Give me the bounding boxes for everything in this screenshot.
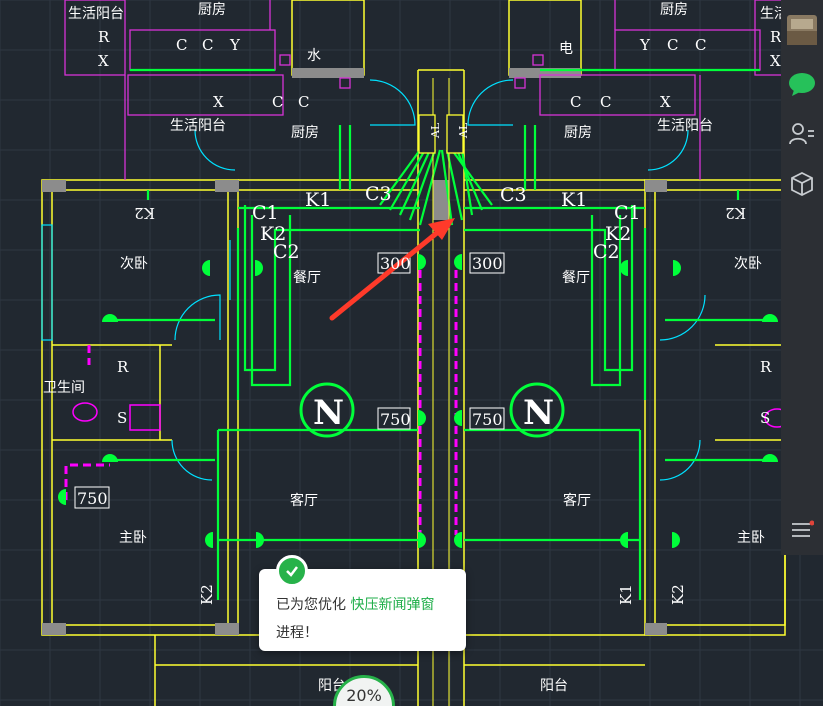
- socket-symbol: [102, 454, 118, 462]
- room-label-master-bedroom-left: 主卧: [119, 530, 147, 546]
- room-label-dining-left: 餐厅: [293, 270, 321, 286]
- circuit-label-c3-right: C3: [500, 184, 527, 206]
- toast-message-line2: 进程！: [276, 625, 318, 641]
- room-label-kitchen-mid-left: 厨房: [291, 125, 319, 141]
- circuit-label-c2-left: C2: [273, 241, 300, 263]
- room-label-master-bedroom-right: 主卧: [737, 530, 765, 546]
- room-label-balcony-right: 阳台: [540, 678, 568, 694]
- rotated-labels: K2 K2 K2 K2 K1: [134, 204, 746, 605]
- circuit-label-c1-left: C1: [252, 202, 279, 224]
- appliance-letter-r-1: R: [98, 28, 110, 46]
- socket-symbol: [418, 254, 426, 270]
- north-label-left: N: [313, 393, 344, 433]
- appliance-letter-x-2: X: [660, 93, 671, 111]
- progress-label: 20%: [346, 686, 382, 705]
- socket-symbol: [672, 532, 680, 548]
- circuit-label-k2-master-right: K2: [669, 584, 687, 605]
- socket-symbol: [620, 532, 628, 548]
- socket-symbol: [762, 314, 778, 322]
- socket-symbol: [256, 532, 264, 548]
- height-label-750-bedroom: 750: [77, 489, 108, 508]
- contacts-icon[interactable]: [781, 116, 823, 152]
- socket-symbol: [205, 532, 213, 548]
- appliance-letter-c-2: C: [202, 36, 213, 54]
- thumbnail-icon[interactable]: [781, 12, 823, 48]
- room-label-living-balcony-mid-right: 生活阳台: [657, 118, 713, 134]
- appliance-letter-x-3: X: [98, 52, 109, 70]
- circuit-label-c1-right: C1: [614, 202, 641, 224]
- socket-symbol: [255, 260, 263, 276]
- side-toolbar: [781, 0, 823, 555]
- dashed-circuits: [64, 270, 458, 535]
- socket-symbol: [454, 410, 462, 426]
- appliance-letter-y-1: Y: [229, 36, 241, 54]
- appliance-letter-c-3: C: [667, 36, 678, 54]
- circuit-label-k1-master-right: K1: [617, 584, 635, 605]
- circuit-label-c2-right: C2: [593, 241, 620, 263]
- appliance-letter-c-7: C: [570, 93, 581, 111]
- room-label-water: 水: [307, 48, 321, 64]
- socket-symbol: [673, 260, 681, 276]
- circuit-label-k1-right: K1: [561, 189, 587, 211]
- toast-prefix: 已为您优化: [276, 597, 346, 613]
- menu-icon[interactable]: [781, 512, 823, 548]
- socket-symbol: [762, 454, 778, 462]
- circuit-label-k2-second-bedroom-left: K2: [134, 204, 155, 222]
- appliance-letter-r-3: R: [117, 358, 129, 376]
- room-label-kitchen-top-left: 厨房: [198, 2, 226, 18]
- appliance-letter-r-4: R: [760, 358, 772, 376]
- appliance-letter-x-4: X: [770, 52, 781, 70]
- height-label-750-right: 750: [472, 410, 503, 429]
- circuit-label-k2-master-left: K2: [198, 584, 216, 605]
- circuit-label-k1-left: K1: [305, 189, 331, 211]
- appliance-letter-s-1: S: [117, 409, 127, 427]
- screen: 生活阳台 厨房 水 电 厨房 生活阳台 生活阳台 厨房 厨房 生活阳台 次卧 次…: [0, 0, 823, 706]
- appliance-letter-c-4: C: [695, 36, 706, 54]
- appliance-letter-s-2: S: [760, 409, 770, 427]
- socket-symbol: [418, 532, 426, 548]
- circuit-label-c3-left: C3: [365, 183, 392, 205]
- appliance-letter-y-2: Y: [639, 36, 651, 54]
- room-label-kitchen-mid-right: 厨房: [564, 125, 592, 141]
- toast-link[interactable]: 快压新闻弹窗: [350, 597, 434, 613]
- al-label-left: AL: [429, 122, 442, 139]
- appliance-letter-c-1: C: [176, 36, 187, 54]
- socket-symbol: [620, 260, 628, 276]
- height-label-300-left: 300: [380, 254, 411, 273]
- room-label-living-room-left: 客厅: [290, 492, 318, 509]
- socket-symbol: [454, 254, 462, 270]
- appliance-letter-c-5: C: [272, 93, 283, 111]
- toast-message-line1: 已为您优化 快压新闻弹窗: [276, 594, 434, 614]
- room-label-living-room-right: 客厅: [563, 492, 591, 509]
- socket-symbol: [58, 489, 66, 505]
- room-label-second-bedroom-left: 次卧: [120, 256, 148, 272]
- al-label-right: AL: [457, 122, 470, 139]
- height-label-300-right: 300: [472, 254, 503, 273]
- room-label-second-bedroom-right: 次卧: [734, 256, 762, 272]
- height-label-750-left: 750: [380, 410, 411, 429]
- appliance-letter-x-1: X: [213, 93, 224, 111]
- success-check-icon: [276, 555, 308, 587]
- toilet-fixture: [72, 402, 790, 431]
- circuit-label-k2-second-bedroom-right: K2: [725, 204, 746, 222]
- appliance-letter-c-8: C: [600, 93, 611, 111]
- room-label-electric: 电: [559, 41, 573, 57]
- room-label-dining-right: 餐厅: [562, 270, 590, 286]
- room-label-bathroom: 卫生间: [43, 380, 85, 396]
- cube-icon[interactable]: [781, 166, 823, 202]
- room-label-living-balcony-top-left: 生活阳台: [68, 6, 124, 22]
- room-label-kitchen-top-right: 厨房: [660, 2, 688, 18]
- socket-symbol: [202, 260, 210, 276]
- chat-icon[interactable]: [781, 66, 823, 102]
- north-label-right: N: [523, 393, 554, 433]
- socket-symbol: [102, 314, 118, 322]
- socket-symbol: [418, 410, 426, 426]
- room-label-living-balcony-mid-left: 生活阳台: [170, 118, 226, 134]
- appliance-letter-c-6: C: [298, 93, 309, 111]
